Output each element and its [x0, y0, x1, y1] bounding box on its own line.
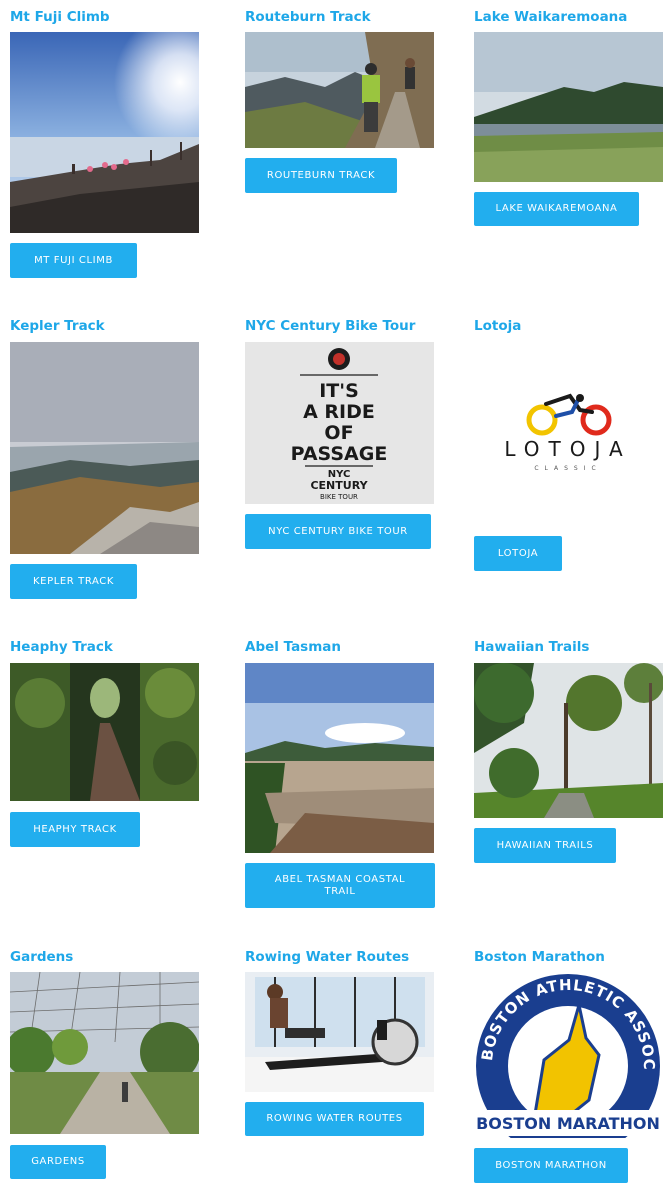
item-title-hawaiian[interactable]: Hawaiian Trails [474, 639, 589, 655]
boston-logo-bottom: BOSTON MARATHON [476, 1114, 660, 1133]
boston-marathon-button[interactable]: BOSTON MARATHON [474, 1148, 628, 1183]
routeburn-button[interactable]: ROUTEBURN TRACK [245, 158, 397, 193]
item-title-nyc-century[interactable]: NYC Century Bike Tour [245, 318, 415, 334]
item-title-kepler[interactable]: Kepler Track [10, 318, 105, 334]
item-title-abel-tasman[interactable]: Abel Tasman [245, 639, 341, 655]
mt-fuji-button[interactable]: MT FUJI CLIMB [10, 243, 137, 278]
nyc-century-button[interactable]: NYC CENTURY BIKE TOUR [245, 514, 431, 549]
hawaiian-trails-button[interactable]: HAWAIIAN TRAILS [474, 828, 616, 863]
abel-tasman-button[interactable]: ABEL TASMAN COASTAL TRAIL [245, 863, 435, 908]
routeburn-image[interactable] [245, 32, 434, 148]
item-title-heaphy[interactable]: Heaphy Track [10, 639, 113, 655]
poster-line1: IT'S [319, 380, 359, 402]
item-title-lotoja[interactable]: Lotoja [474, 318, 521, 334]
lotoja-logo-image[interactable]: LOTOJA CLASSIC [474, 390, 663, 480]
poster-line4: PASSAGE [291, 443, 388, 465]
poster-line2: A RIDE [303, 401, 375, 423]
gardens-button[interactable]: GARDENS [10, 1145, 106, 1179]
nyc-century-poster-image[interactable]: IT'S A RIDE OF PASSAGE NYC CENTURY BIKE … [245, 342, 434, 504]
poster-line7: BIKE TOUR [320, 493, 358, 501]
lotoja-button[interactable]: LOTOJA [474, 536, 562, 571]
rowing-water-routes-button[interactable]: ROWING WATER ROUTES [245, 1102, 424, 1136]
lotoja-logo-sub: CLASSIC [534, 465, 601, 472]
item-title-rowing[interactable]: Rowing Water Routes [245, 949, 409, 965]
heaphy-track-button[interactable]: HEAPHY TRACK [10, 812, 140, 847]
item-title-waikaremoana[interactable]: Lake Waikaremoana [474, 9, 627, 25]
lake-waikaremoana-button[interactable]: LAKE WAIKAREMOANA [474, 192, 639, 226]
hawaiian-trails-image[interactable] [474, 663, 663, 818]
gardens-image[interactable] [10, 972, 199, 1134]
item-title-routeburn[interactable]: Routeburn Track [245, 9, 371, 25]
item-title-boston[interactable]: Boston Marathon [474, 949, 605, 965]
poster-line6: CENTURY [310, 479, 368, 492]
boston-marathon-logo-image[interactable]: BOSTON ATHLETIC ASSOCIATION BOSTON MARAT… [474, 970, 663, 1138]
mt-fuji-image[interactable] [10, 32, 199, 233]
abel-tasman-image[interactable] [245, 663, 434, 853]
item-title-gardens[interactable]: Gardens [10, 949, 73, 965]
kepler-track-image[interactable] [10, 342, 199, 554]
poster-line3: OF [324, 422, 353, 444]
kepler-track-button[interactable]: KEPLER TRACK [10, 564, 137, 599]
rowing-water-routes-image[interactable] [245, 972, 434, 1092]
heaphy-track-image[interactable] [10, 663, 199, 801]
lake-waikaremoana-image[interactable] [474, 32, 663, 182]
lotoja-logo-name: LOTOJA [504, 437, 631, 461]
item-title-mt-fuji[interactable]: Mt Fuji Climb [10, 9, 110, 25]
